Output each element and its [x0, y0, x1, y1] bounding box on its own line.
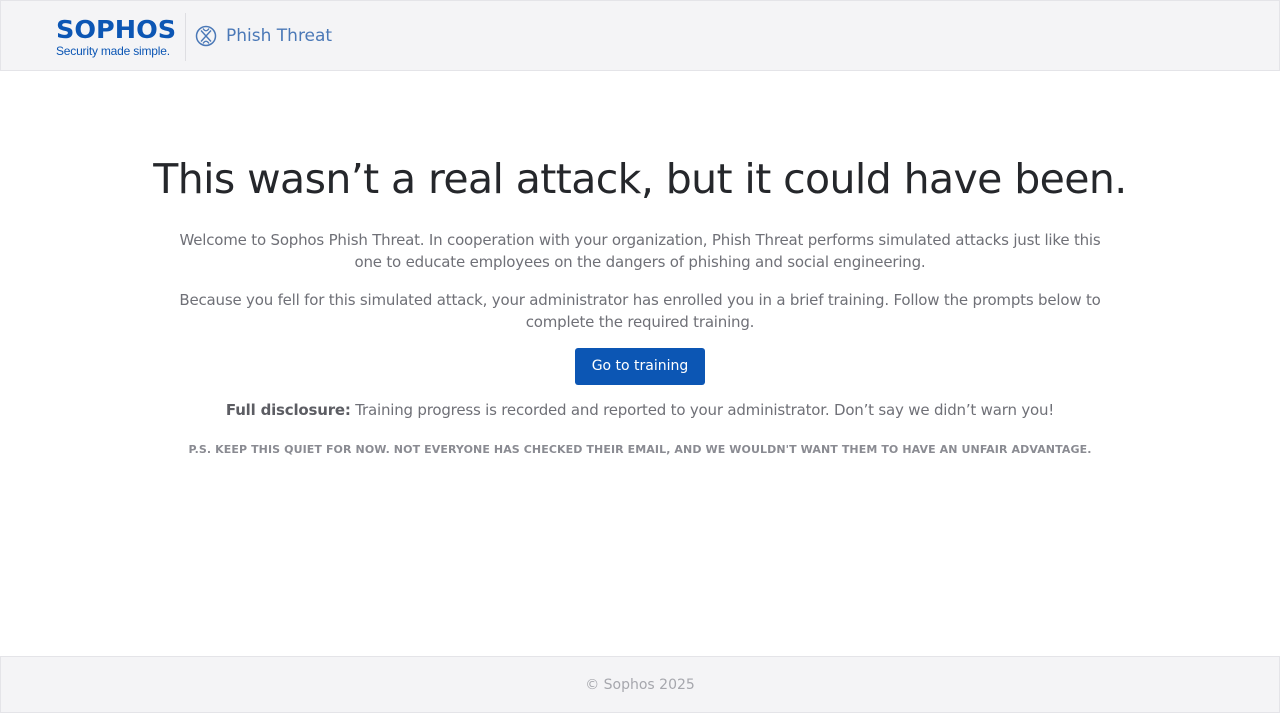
page-headline: This wasn’t a real attack, but it could … [153, 155, 1127, 203]
disclosure-body: Training progress is recorded and report… [350, 401, 1055, 419]
top-header: SOPHOS Security made simple. Phish Threa… [0, 0, 1280, 71]
intro-paragraph: Welcome to Sophos Phish Threat. In coope… [179, 231, 1101, 271]
phish-threat-icon [195, 25, 217, 47]
sophos-logo[interactable]: SOPHOS Security made simple. [56, 15, 177, 58]
footer: © Sophos 2025 [0, 656, 1280, 713]
disclosure-label: Full disclosure: [225, 401, 351, 419]
disclosure-text: Full disclosure: Training progress is re… [0, 401, 1280, 419]
brand-tagline: Security made simple. [56, 44, 170, 58]
copyright-text: © Sophos 2025 [585, 677, 695, 693]
header-divider [185, 13, 186, 61]
product-name: Phish Threat [226, 26, 333, 46]
enrollment-paragraph: Because you fell for this simulated atta… [179, 291, 1101, 331]
ps-note: P.S. KEEP THIS QUIET FOR NOW. NOT EVERYO… [188, 443, 1092, 456]
product-title: Phish Threat [195, 25, 332, 47]
brand-name: SOPHOS [56, 15, 177, 44]
go-to-training-button[interactable]: Go to training [575, 348, 705, 385]
main-content: This wasn’t a real attack, but it could … [0, 70, 1280, 456]
